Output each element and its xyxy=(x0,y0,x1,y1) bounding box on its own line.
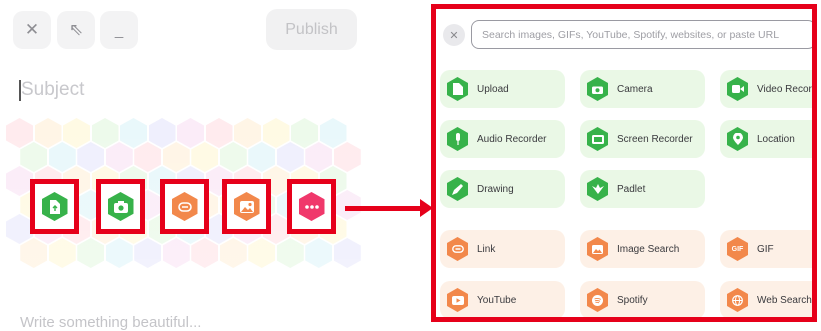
option-drawing[interactable]: Drawing xyxy=(440,170,565,208)
gif-icon: GIF xyxy=(727,237,748,261)
web-search-icon xyxy=(727,288,748,312)
option-padlet[interactable]: Padlet xyxy=(580,170,705,208)
camera-icon xyxy=(107,192,134,221)
camera-icon xyxy=(587,77,608,101)
subject-input[interactable]: Subject xyxy=(21,79,84,101)
expand-button[interactable]: ⇖ xyxy=(57,11,95,49)
upload-icon xyxy=(447,77,468,101)
youtube-icon xyxy=(447,288,468,312)
video-recorder-icon xyxy=(727,77,748,101)
location-icon xyxy=(727,127,748,151)
panel-close-button[interactable]: ✕ xyxy=(443,24,465,46)
microphone-icon xyxy=(447,127,468,151)
attachment-search-input[interactable] xyxy=(471,20,812,49)
option-label: Web Search xyxy=(757,294,812,306)
attachment-panel: ✕ Upload Camera Video Recorder Audio Rec… xyxy=(431,4,817,322)
minimize-icon: _ xyxy=(114,21,124,39)
expand-icon: ⇖ xyxy=(68,20,84,39)
option-image-search[interactable]: Image Search xyxy=(580,230,705,268)
option-label: Camera xyxy=(617,83,653,95)
option-web-search[interactable]: Web Search xyxy=(720,281,812,317)
option-label: Link xyxy=(477,243,496,255)
option-label: Image Search xyxy=(617,243,680,255)
option-location[interactable]: Location xyxy=(720,120,812,158)
option-label: Location xyxy=(757,133,795,145)
more-icon xyxy=(298,192,325,221)
option-screen-recorder[interactable]: Screen Recorder xyxy=(580,120,705,158)
option-youtube[interactable]: YouTube xyxy=(440,281,565,317)
minimize-button[interactable]: _ xyxy=(100,11,138,49)
option-label: GIF xyxy=(757,243,774,255)
option-gif[interactable]: GIF GIF xyxy=(720,230,812,268)
screen-recorder-icon xyxy=(587,127,608,151)
option-camera[interactable]: Camera xyxy=(580,70,705,108)
padlet-icon xyxy=(587,177,608,201)
option-label: YouTube xyxy=(477,294,517,306)
callout-arrow-line xyxy=(345,206,423,211)
link-icon xyxy=(171,192,198,221)
more-button[interactable] xyxy=(287,179,336,234)
camera-button[interactable] xyxy=(96,179,145,234)
option-label: Padlet xyxy=(617,183,646,195)
option-label: Upload xyxy=(477,83,509,95)
image-search-icon xyxy=(233,192,260,221)
option-spotify[interactable]: Spotify xyxy=(580,281,705,317)
body-input[interactable]: Write something beautiful... xyxy=(20,314,201,331)
spotify-icon xyxy=(587,288,608,312)
option-label: Spotify xyxy=(617,294,648,306)
publish-button[interactable]: Publish xyxy=(266,9,357,50)
option-label: Audio Recorder xyxy=(477,133,547,145)
drawing-icon xyxy=(447,177,468,201)
option-audio-recorder[interactable]: Audio Recorder xyxy=(440,120,565,158)
option-label: Drawing xyxy=(477,183,514,195)
image-search-icon xyxy=(587,237,608,261)
option-link[interactable]: Link xyxy=(440,230,565,268)
option-video-recorder[interactable]: Video Recorder xyxy=(720,70,817,108)
upload-icon xyxy=(41,192,68,221)
image-search-button[interactable] xyxy=(222,179,271,234)
option-upload[interactable]: Upload xyxy=(440,70,565,108)
upload-button[interactable] xyxy=(30,179,79,234)
close-icon: ✕ xyxy=(449,29,459,42)
close-icon: ✕ xyxy=(24,20,40,39)
close-button[interactable]: ✕ xyxy=(13,11,51,49)
link-button[interactable] xyxy=(160,179,209,234)
link-icon xyxy=(447,237,468,261)
option-label: Video Recorder xyxy=(757,83,817,95)
option-label: Screen Recorder xyxy=(617,133,693,145)
